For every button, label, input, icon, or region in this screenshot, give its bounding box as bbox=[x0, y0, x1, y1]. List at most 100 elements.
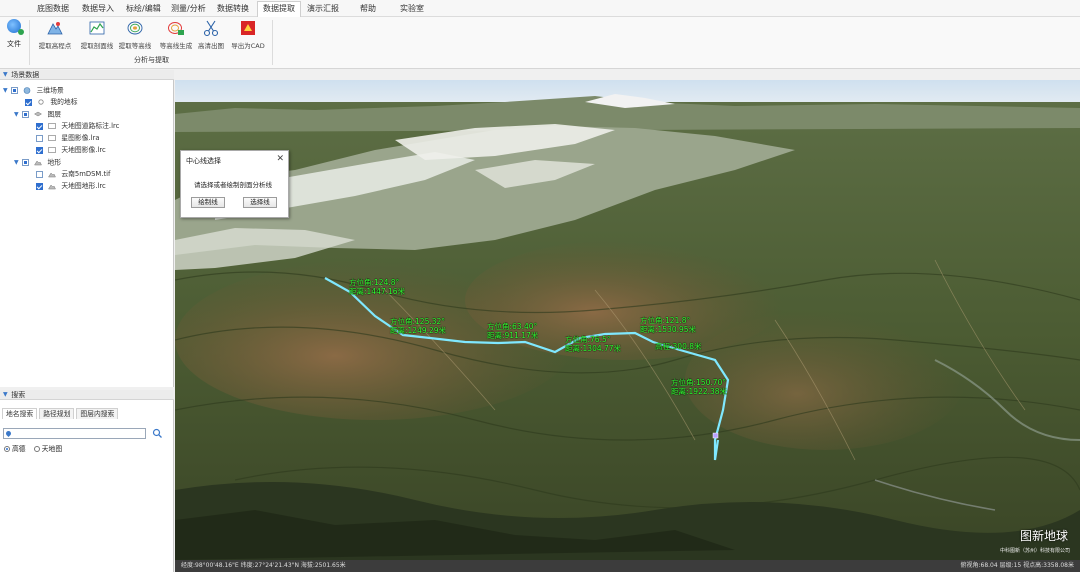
expand-arrow-icon[interactable]: ▼ bbox=[3, 85, 9, 96]
tree-node-label: 星图影像.lra bbox=[61, 134, 100, 142]
tree-checkbox[interactable] bbox=[36, 146, 43, 154]
export-cad-button[interactable]: 导出为CAD bbox=[229, 19, 267, 50]
tree-node-star-imagery[interactable]: 星图影像.lra bbox=[36, 133, 100, 144]
tab-place-search[interactable]: 地名搜索 bbox=[2, 408, 38, 419]
select-line-button[interactable]: 选择线 bbox=[243, 197, 277, 208]
scene-panel-title: 场景数据 bbox=[11, 71, 40, 79]
radio-tianditu[interactable]: 天地图 bbox=[33, 445, 63, 453]
profile-line-icon bbox=[88, 19, 106, 37]
search-icon bbox=[152, 428, 162, 438]
annotation-1: 方位角:124.8° 距离:1447.16米 bbox=[349, 278, 406, 296]
dialog-message: 请选择或者绘制剖面分析线 bbox=[194, 181, 272, 189]
search-source-radios: 高德 天地图 bbox=[4, 443, 62, 453]
monitor-layer-icon bbox=[48, 146, 57, 154]
annotation-7: 方位角:150.70° 距离:1922.38米 bbox=[671, 378, 728, 396]
tree-checkbox[interactable] bbox=[11, 87, 19, 94]
tree-checkbox[interactable] bbox=[22, 111, 30, 118]
menu-item-plot[interactable]: 标绘/编辑 bbox=[126, 3, 161, 14]
contour-icon bbox=[126, 19, 144, 37]
menu-item-help[interactable]: 帮助 bbox=[360, 3, 376, 14]
search-panel bbox=[0, 400, 174, 572]
expand-arrow-icon[interactable]: ▼ bbox=[14, 109, 20, 120]
search-panel-header[interactable]: ▼ 搜索 bbox=[0, 390, 174, 400]
contour-generate-icon bbox=[167, 19, 185, 37]
file-label: 文件 bbox=[7, 40, 21, 48]
tree-node-tianditu-imagery[interactable]: 天地图影像.lrc bbox=[36, 145, 106, 156]
terrain-icon bbox=[48, 183, 57, 190]
status-camera: 俯视角:68.04 层级:15 视点高:3358.08米 bbox=[960, 562, 1074, 569]
tool-label: 高清出图 bbox=[198, 42, 224, 50]
radio-label: 天地图 bbox=[41, 445, 63, 453]
tree-node-terrain[interactable]: ▼ 地形 bbox=[14, 157, 61, 168]
tree-checkbox[interactable] bbox=[25, 98, 32, 106]
ribbon-separator bbox=[29, 20, 30, 65]
tree-checkbox[interactable] bbox=[36, 122, 43, 130]
expand-arrow-icon[interactable]: ▼ bbox=[14, 157, 20, 168]
radio-label: 高德 bbox=[12, 445, 26, 453]
tab-route-planning[interactable]: 路径规划 bbox=[39, 408, 75, 419]
line-endpoint bbox=[712, 432, 719, 439]
tree-node-my-landmarks[interactable]: 我的地标 bbox=[25, 97, 78, 108]
tree-checkbox[interactable] bbox=[36, 182, 43, 190]
radio-dot bbox=[33, 446, 40, 452]
file-globe-icon bbox=[7, 19, 24, 35]
scene-tree: ▼ 三维场景 我的地标 ▼ 图层 天地图道路标注.lrc 星图影像.lra 天地… bbox=[0, 80, 174, 387]
draw-line-button[interactable]: 绘制线 bbox=[191, 197, 225, 208]
file-button[interactable]: 文件 bbox=[4, 19, 24, 49]
menu-bar: 底图数据 数据导入 标绘/编辑 测量/分析 数据转换 数据提取 演示汇报 帮助 … bbox=[0, 0, 1080, 17]
scene-panel-header[interactable]: ▼ 场景数据 bbox=[0, 70, 174, 80]
tool-label: 提取等高线 bbox=[118, 42, 152, 50]
tree-node-yunnan-dsm[interactable]: 云南5mDSM.tif bbox=[36, 169, 110, 180]
tree-checkbox[interactable] bbox=[36, 134, 43, 142]
hd-output-button[interactable]: 高清出图 bbox=[195, 19, 227, 50]
extract-contour-button[interactable]: 提取等高线 bbox=[116, 19, 154, 50]
menu-item-measure[interactable]: 测量/分析 bbox=[171, 3, 206, 14]
tree-node-label: 地形 bbox=[47, 158, 62, 167]
tree-checkbox[interactable] bbox=[36, 170, 43, 178]
extract-elevation-point-button[interactable]: 提取高程点 bbox=[36, 19, 74, 50]
annotation-2: 方位角:125.32° 距离:1249.29米 bbox=[390, 317, 447, 335]
status-coordinates: 经度:98°00'48.16"E 纬度:27°24'21.43"N 海拔:250… bbox=[181, 562, 346, 569]
globe-icon bbox=[23, 87, 31, 94]
collapse-arrow-icon: ▼ bbox=[3, 71, 8, 78]
close-icon[interactable]: ✕ bbox=[276, 154, 284, 164]
centerline-select-dialog: 中心线选择 ✕ 请选择或者绘制剖面分析线 绘制线 选择线 bbox=[180, 150, 289, 218]
terrain-icon bbox=[34, 159, 43, 166]
tree-node-tianditu-terrain[interactable]: 天地图地形.lrc bbox=[36, 181, 106, 192]
tree-node-label: 云南5mDSM.tif bbox=[61, 170, 111, 178]
tool-label: 提取高程点 bbox=[38, 42, 72, 50]
radio-gaode[interactable]: 高德 bbox=[4, 445, 26, 453]
brand-company: 中科图新（苏州）科技有限公司 bbox=[999, 548, 1070, 554]
menu-item-lab[interactable]: 实验室 bbox=[400, 3, 424, 14]
location-pin-icon bbox=[4, 429, 13, 438]
menu-item-extract[interactable]: 数据提取 bbox=[257, 1, 301, 17]
terrain-icon bbox=[48, 171, 57, 178]
menu-item-import[interactable]: 数据导入 bbox=[82, 3, 114, 14]
terrain-rendering bbox=[175, 80, 1080, 560]
map-3d-view[interactable]: 方位角:124.8° 距离:1447.16米 方位角:125.32° 距离:1249… bbox=[175, 80, 1080, 560]
annotation-3: 方位角:63.40° 距离:911.17米 bbox=[487, 322, 539, 340]
generate-contour-button[interactable]: 等高线生成 bbox=[157, 19, 195, 50]
menu-item-basemap[interactable]: 底图数据 bbox=[37, 3, 69, 14]
tree-checkbox[interactable] bbox=[22, 159, 30, 166]
search-panel-title: 搜索 bbox=[11, 391, 26, 399]
cad-export-icon bbox=[239, 19, 257, 37]
elevation-point-icon bbox=[46, 19, 64, 37]
search-button[interactable] bbox=[152, 428, 163, 439]
tree-node-road-labels[interactable]: 天地图道路标注.lrc bbox=[36, 121, 119, 132]
tree-node-label: 我的地标 bbox=[50, 98, 78, 106]
menu-item-convert[interactable]: 数据转换 bbox=[217, 3, 249, 14]
landmark-pin-icon bbox=[37, 98, 45, 106]
tool-label: 提取剖面线 bbox=[80, 42, 114, 50]
tool-label: 导出为CAD bbox=[231, 42, 265, 50]
extract-profile-line-button[interactable]: 提取剖面线 bbox=[78, 19, 116, 50]
menu-item-present[interactable]: 演示汇报 bbox=[307, 3, 339, 14]
collapse-arrow-icon: ▼ bbox=[3, 391, 8, 398]
tab-layer-search[interactable]: 图层内搜索 bbox=[76, 408, 119, 419]
tree-node-3d-scene[interactable]: ▼ 三维场景 bbox=[3, 85, 64, 96]
tree-node-layers[interactable]: ▼ 图层 bbox=[14, 109, 61, 120]
brand-logo-text: 图新地球 bbox=[1019, 529, 1068, 543]
search-input[interactable] bbox=[3, 428, 146, 439]
ribbon: 文件 提取高程点 提取剖面线 提取等高线 等高线生成 高清出图 导出为CAD 分… bbox=[0, 17, 1080, 69]
tree-node-label: 三维场景 bbox=[36, 86, 64, 95]
